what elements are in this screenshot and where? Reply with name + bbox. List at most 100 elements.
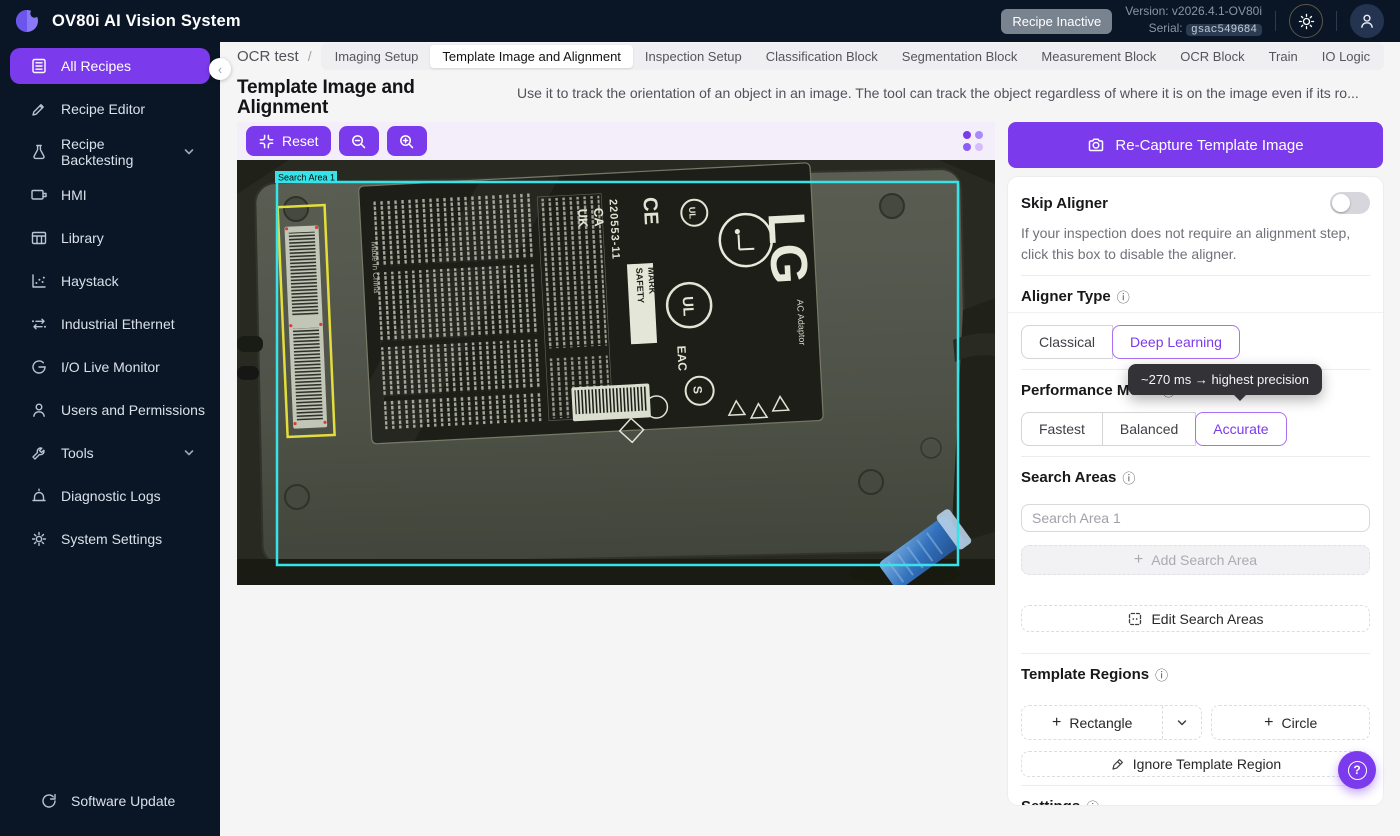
search-area-tag: Search Area 1 (278, 173, 335, 183)
sidebar-item-all-recipes[interactable]: All Recipes (10, 48, 210, 84)
tab-imaging-setup[interactable]: Imaging Setup (323, 45, 431, 68)
divider (1336, 11, 1337, 31)
info-icon[interactable]: ⓘ (1086, 797, 1099, 805)
divider (1275, 11, 1276, 31)
zoom-in-button[interactable] (387, 126, 427, 156)
add-rectangle-group: + Rectangle (1021, 705, 1202, 740)
serial-label: Serial: (1149, 21, 1183, 35)
tab-group: Imaging Setup Template Image and Alignme… (321, 43, 1385, 70)
help-button[interactable]: ? (1338, 751, 1376, 789)
aligner-deep-learning-button[interactable]: Deep Learning (1112, 325, 1240, 359)
theme-toggle-button[interactable] (1289, 4, 1323, 38)
flask-icon (30, 143, 48, 161)
search-area-input[interactable] (1021, 504, 1370, 532)
top-bar: OV80i AI Vision System Recipe Inactive V… (0, 0, 1400, 42)
zoom-in-icon (398, 133, 415, 150)
plus-icon: + (1264, 715, 1273, 731)
template-photo: Made in China 220553-11 UK CA CE SAFETY … (237, 160, 995, 585)
template-image-canvas[interactable]: Made in China 220553-11 UK CA CE SAFETY … (237, 160, 995, 585)
reset-view-button[interactable]: Reset (246, 126, 331, 156)
settings-panel: Re-Capture Template Image Skip Aligner I… (1008, 122, 1383, 805)
sidebar-item-users-permissions[interactable]: Users and Permissions (10, 392, 210, 428)
recipe-status-badge: Recipe Inactive (1001, 9, 1112, 34)
sidebar-item-hmi[interactable]: HMI (10, 177, 210, 213)
gear-icon (30, 530, 48, 548)
aligner-settings-card: Skip Aligner If your inspection does not… (1008, 177, 1383, 805)
tab-train[interactable]: Train (1257, 45, 1310, 68)
recapture-template-button[interactable]: Re-Capture Template Image (1008, 122, 1383, 168)
aligner-type-label: Aligner Type (1021, 288, 1111, 305)
info-icon[interactable]: ⓘ (1122, 468, 1135, 487)
performance-fastest-button[interactable]: Fastest (1021, 412, 1103, 446)
sidebar-item-diagnostic-logs[interactable]: Diagnostic Logs (10, 478, 210, 514)
plus-icon: + (1052, 715, 1061, 731)
pen-nib-icon (1110, 757, 1125, 772)
tab-template-image-and-alignment[interactable]: Template Image and Alignment (430, 45, 633, 68)
aligner-classical-button[interactable]: Classical (1021, 325, 1113, 359)
info-icon[interactable]: ⓘ (1117, 287, 1130, 306)
chevron-down-icon (1175, 716, 1189, 730)
sidebar-item-system-settings[interactable]: System Settings (10, 521, 210, 557)
edit-search-areas-button[interactable]: Edit Search Areas (1021, 605, 1370, 632)
breadcrumb[interactable]: OCR test (237, 48, 299, 65)
add-rectangle-button[interactable]: + Rectangle (1022, 706, 1162, 739)
sun-icon (1298, 13, 1315, 30)
rectangle-dropdown-button[interactable] (1163, 706, 1201, 739)
pencil-icon (30, 100, 48, 118)
ignore-template-region-button[interactable]: Ignore Template Region (1021, 751, 1370, 777)
sidebar-item-io-live-monitor[interactable]: I/O Live Monitor (10, 349, 210, 385)
settings-label: Settings (1021, 798, 1080, 805)
wrench-icon (30, 444, 48, 462)
sidebar-item-recipe-backtesting[interactable]: Recipe Backtesting (10, 134, 210, 170)
sidebar-collapse-button[interactable]: ‹ (209, 58, 231, 80)
reset-corners-icon (258, 133, 275, 150)
search-areas-section: Search Areas ⓘ + Add Search Area Edit Se… (1021, 456, 1370, 632)
page-description: Use it to track the orientation of an ob… (517, 85, 1383, 101)
plus-icon: + (1134, 552, 1143, 568)
hmi-monitor-icon (30, 186, 48, 204)
zoom-out-button[interactable] (339, 126, 379, 156)
main-area: OCR test / Imaging Setup Template Image … (220, 42, 1400, 836)
scatter-chart-icon (30, 272, 48, 290)
template-regions-label: Template Regions (1021, 666, 1149, 683)
info-icon[interactable]: ⓘ (1155, 665, 1168, 684)
refresh-icon (40, 792, 58, 810)
tab-io-logic[interactable]: IO Logic (1310, 45, 1382, 68)
sidebar-item-industrial-ethernet[interactable]: Industrial Ethernet (10, 306, 210, 342)
app-title: OV80i AI Vision System (52, 12, 241, 31)
version-text: Version: v2026.4.1-OV80i (1125, 3, 1262, 20)
question-mark-icon: ? (1348, 761, 1367, 780)
performance-accurate-button[interactable]: Accurate (1195, 412, 1286, 446)
performance-balanced-button[interactable]: Balanced (1102, 412, 1196, 446)
skip-aligner-description: If your inspection does not require an a… (1021, 214, 1370, 275)
tab-measurement-block[interactable]: Measurement Block (1029, 45, 1168, 68)
page-title: Template Image and Alignment (237, 78, 447, 118)
add-circle-button[interactable]: + Circle (1211, 705, 1370, 740)
tab-segmentation-block[interactable]: Segmentation Block (890, 45, 1030, 68)
gauge-icon (30, 358, 48, 376)
tab-inspection-setup[interactable]: Inspection Setup (633, 45, 754, 68)
tab-classification-block[interactable]: Classification Block (754, 45, 890, 68)
user-icon (1358, 12, 1376, 30)
skip-aligner-toggle[interactable] (1330, 192, 1370, 214)
sidebar-item-library[interactable]: Library (10, 220, 210, 256)
breadcrumb-separator: / (308, 48, 312, 64)
sidebar-item-recipe-editor[interactable]: Recipe Editor (10, 91, 210, 127)
tab-ocr-block[interactable]: OCR Block (1168, 45, 1256, 68)
settings-section: Settings ⓘ (1021, 785, 1370, 805)
add-search-area-button[interactable]: + Add Search Area (1021, 545, 1370, 575)
tab-bar: OCR test / Imaging Setup Template Image … (220, 42, 1400, 70)
view-options-dots-icon[interactable] (963, 131, 983, 151)
recipes-list-icon (30, 57, 48, 75)
alarm-bell-icon (30, 487, 48, 505)
sidebar-item-tools[interactable]: Tools (10, 435, 210, 471)
collapse-chevron-icon: ‹ (218, 62, 222, 77)
serial-value: gsac549684 (1186, 24, 1262, 36)
sidebar-item-software-update[interactable]: Software Update (20, 785, 200, 817)
user-avatar-button[interactable] (1350, 4, 1384, 38)
person-icon (30, 401, 48, 419)
search-areas-label: Search Areas (1021, 469, 1116, 486)
table-grid-icon (30, 229, 48, 247)
sidebar-item-haystack[interactable]: Haystack (10, 263, 210, 299)
camera-icon (1087, 136, 1105, 154)
